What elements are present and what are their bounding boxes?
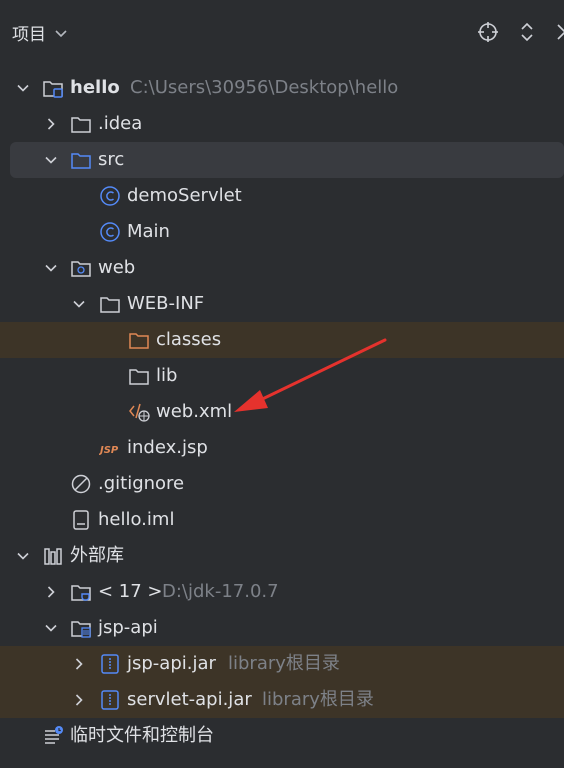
- tree-item-main[interactable]: Main: [0, 214, 564, 250]
- tree-item-jsp-api-jar[interactable]: jsp-api.jar library根目录: [0, 646, 564, 682]
- chevron-down-icon[interactable]: [44, 153, 58, 167]
- tree-label: Main: [127, 221, 170, 242]
- jsp-file-icon: JSP: [99, 445, 119, 456]
- chevron-down-icon[interactable]: [16, 81, 30, 95]
- tree-label: web.xml: [156, 401, 233, 422]
- chevron-right-icon[interactable]: [44, 585, 58, 599]
- jdk-folder-icon: [71, 585, 91, 601]
- jar-archive-icon: [101, 690, 119, 710]
- tree-item-jdk[interactable]: < 17 > D:\jdk-17.0.7: [0, 574, 564, 610]
- chevron-right-icon[interactable]: [44, 117, 58, 131]
- tree-item-indexjsp[interactable]: JSP index.jsp: [0, 430, 564, 466]
- tree-item-idea[interactable]: .idea: [0, 106, 564, 142]
- tree-item-servlet-api-jar[interactable]: servlet-api.jar library根目录: [0, 682, 564, 718]
- tree-label: src: [98, 149, 125, 170]
- library-folder-icon: [71, 621, 91, 638]
- tree-item-external-libraries[interactable]: 外部库: [0, 538, 564, 574]
- tree-label: classes: [156, 329, 222, 350]
- excluded-folder-icon: [129, 333, 149, 349]
- module-folder-icon: [43, 81, 63, 98]
- java-class-icon: [100, 186, 120, 206]
- jar-library-root: library根目录: [228, 653, 340, 674]
- project-path: C:\Users\30956\Desktop\hello: [130, 77, 399, 98]
- jar-name: jsp-api.jar: [127, 653, 216, 674]
- ignored-file-icon: [71, 474, 91, 494]
- project-view-selector[interactable]: 项目: [12, 20, 68, 45]
- chevron-down-icon[interactable]: [44, 261, 58, 275]
- tree-label: demoServlet: [127, 185, 242, 206]
- jar-archive-icon: [101, 654, 119, 674]
- tree-label: hello.iml: [98, 509, 175, 530]
- scratches-icon: [45, 726, 63, 744]
- folder-icon: [71, 117, 91, 133]
- jdk-path: D:\jdk-17.0.7: [162, 581, 279, 602]
- tree-label: WEB-INF: [127, 293, 205, 314]
- tree-item-helloiml[interactable]: hello.iml: [0, 502, 564, 538]
- tree-label: lib: [156, 365, 178, 386]
- jar-library-root: library根目录: [262, 689, 374, 710]
- header-title: 项目: [12, 25, 46, 45]
- tree-label: 临时文件和控制台: [70, 725, 214, 746]
- locate-icon[interactable]: [477, 21, 499, 43]
- iml-file-icon: [73, 510, 89, 530]
- expand-collapse-icon[interactable]: [516, 21, 538, 43]
- chevron-down-icon[interactable]: [44, 621, 58, 635]
- tree-label: index.jsp: [127, 437, 208, 458]
- annotation-arrow: [234, 338, 387, 412]
- tree-item-demoservlet[interactable]: demoServlet: [0, 178, 564, 214]
- tree-item-webinf[interactable]: WEB-INF: [0, 286, 564, 322]
- tree-item-jsp-api[interactable]: jsp-api: [0, 610, 564, 646]
- tree-item-hello[interactable]: hello C:\Users\30956\Desktop\hello: [0, 70, 564, 106]
- project-tool-header: 项目: [0, 0, 564, 66]
- tree-label: .idea: [98, 113, 143, 134]
- web-folder-icon: [71, 261, 91, 277]
- chevron-right-icon[interactable]: [72, 693, 86, 707]
- svg-text:JSP: JSP: [99, 445, 119, 456]
- source-folder-icon: [71, 153, 91, 169]
- tree-label: jsp-api: [98, 617, 158, 638]
- chevron-down-icon[interactable]: [72, 297, 86, 311]
- chevron-down-icon[interactable]: [16, 549, 30, 563]
- library-icon: [44, 548, 62, 565]
- tree-label: .gitignore: [98, 473, 185, 494]
- project-name: hello: [70, 77, 120, 98]
- tree-label: web: [98, 257, 136, 278]
- tree-label: 外部库: [70, 545, 124, 566]
- xml-file-icon: [129, 403, 150, 422]
- folder-icon: [100, 297, 120, 313]
- tree-item-web[interactable]: web: [0, 250, 564, 286]
- tree-item-gitignore[interactable]: .gitignore: [0, 466, 564, 502]
- chevron-down-icon: [55, 29, 67, 37]
- java-class-icon: [100, 222, 120, 242]
- jar-name: servlet-api.jar: [127, 689, 252, 710]
- close-icon[interactable]: [554, 21, 564, 43]
- tree-item-scratches-consoles[interactable]: 临时文件和控制台: [0, 718, 564, 754]
- tree-item-src[interactable]: src: [10, 142, 564, 178]
- jdk-name: < 17 >: [98, 581, 163, 602]
- folder-icon: [129, 369, 149, 385]
- chevron-right-icon[interactable]: [72, 657, 86, 671]
